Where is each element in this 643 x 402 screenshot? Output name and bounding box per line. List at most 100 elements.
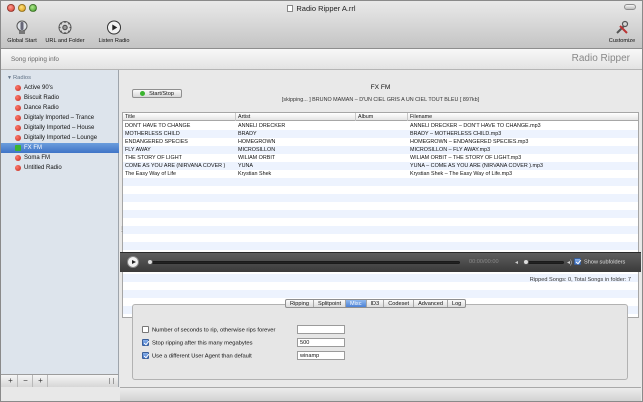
window-title-text: Radio Ripper A.rrl — [296, 4, 356, 13]
cell-filename: WILIAM ORBIT – THE STORY OF LIGHT.mp3 — [410, 155, 522, 161]
cell-title: COME AS YOU ARE (NIRVANA COVER ) — [125, 163, 226, 169]
cell-artist: ANNELI DRECKER — [238, 123, 286, 129]
tab-codeset[interactable]: Codeset — [384, 300, 415, 307]
option-seconds-to-rip[interactable]: Number of seconds to rip, otherwise rips… — [142, 326, 275, 334]
column-header-title[interactable]: Title — [123, 113, 236, 121]
global-start-label: Global Start — [7, 38, 37, 44]
table-row[interactable]: FLY AWAY MICROSILLON MICROSILLON – FLY AWA… — [123, 146, 638, 154]
split-view-divider[interactable]: ⋮ — [119, 226, 125, 236]
tab-id3[interactable]: ID3 — [367, 300, 385, 307]
option-user-agent[interactable]: Use a different User Agent than default — [142, 352, 252, 360]
remove-radio-button[interactable]: − — [19, 375, 33, 387]
customize-button[interactable]: Customize — [605, 20, 639, 44]
sidebar-item-fx-fm[interactable]: FX FM — [1, 143, 119, 153]
seconds-to-rip-checkbox[interactable] — [142, 326, 149, 333]
songs-table: Title Artist Album Filename DON'T HAVE T… — [122, 112, 639, 318]
settings-panel: Number of seconds to rip, otherwise rips… — [132, 304, 628, 380]
stopped-status-icon — [15, 105, 21, 111]
now-playing-status: [skipping... ] BRUNO MAMAN – D'UN CIEL G… — [281, 97, 480, 103]
player-bar: 00:00/00:00 ◂ ◂) Show subfolders — [120, 252, 641, 272]
sidebar-item-active-90s[interactable]: Active 90's — [1, 83, 119, 93]
table-row[interactable] — [123, 210, 638, 218]
sidebar-item-biscuit-radio[interactable]: Biscuit Radio — [1, 93, 119, 103]
sidebar-item-di-lounge[interactable]: Digitally Imported – Lounge — [1, 133, 119, 143]
table-row[interactable]: DON'T HAVE TO CHANGE ANNELI DRECKER ANNELI… — [123, 122, 638, 130]
url-and-folder-button[interactable]: URL and Folder — [44, 20, 86, 44]
listen-radio-button[interactable]: Listen Radio — [95, 20, 133, 44]
progress-knob[interactable] — [147, 259, 153, 265]
volume-knob[interactable] — [523, 259, 529, 265]
record-status-icon — [140, 90, 146, 96]
option-stop-after-megabytes[interactable]: Stop ripping after this many megabytes — [142, 339, 253, 347]
cell-artist: BRADY — [238, 131, 257, 137]
sidebar-item-label: Digitaly Imported – Trance — [24, 115, 95, 121]
table-row[interactable] — [123, 226, 638, 234]
option-label: Use a different User Agent than default — [152, 353, 252, 360]
cell-title: ENDANGERED SPECIES — [125, 139, 188, 145]
table-row[interactable]: The Easy Way of Life Krystian Shek Krystia… — [123, 170, 638, 178]
cell-artist: WILIAM ORBIT — [238, 155, 276, 161]
table-row[interactable] — [123, 218, 638, 226]
cell-title: MOTHERLESS CHILD — [125, 131, 180, 137]
title-toolbar: Radio Ripper A.rrl Global Start URL and … — [1, 1, 642, 49]
window-title: Radio Ripper A.rrl — [1, 4, 642, 13]
stopped-status-icon — [15, 155, 21, 161]
column-header-album[interactable]: Album — [356, 113, 408, 121]
table-row[interactable] — [123, 282, 638, 290]
sidebar-item-label: Soma FM — [24, 155, 51, 161]
stop-after-megabytes-checkbox[interactable] — [142, 339, 149, 346]
column-header-filename[interactable]: Filename — [408, 113, 638, 121]
show-subfolders-checkbox[interactable] — [574, 258, 581, 265]
resize-grip-icon[interactable] — [109, 378, 114, 384]
playback-progress-slider[interactable] — [148, 261, 460, 264]
add-group-button[interactable]: + — [34, 375, 48, 387]
cell-filename: BRADY – MOTHERLESS CHILD.mp3 — [410, 131, 502, 137]
table-row[interactable] — [123, 194, 638, 202]
table-row[interactable] — [123, 290, 638, 298]
toolbar-toggle-button[interactable] — [624, 4, 636, 10]
user-agent-field[interactable]: winamp — [297, 351, 345, 360]
table-row[interactable]: MOTHERLESS CHILD BRADY BRADY – MOTHERLESS … — [123, 130, 638, 138]
sidebar-item-dance-radio[interactable]: Dance Radio — [1, 103, 119, 113]
table-row[interactable] — [123, 202, 638, 210]
sidebar-item-untitled-radio[interactable]: Untitled Radio — [1, 163, 119, 173]
seconds-to-rip-field[interactable] — [297, 325, 345, 334]
column-header-artist[interactable]: Artist — [236, 113, 356, 121]
tab-log[interactable]: Log — [448, 300, 465, 307]
volume-slider[interactable] — [524, 261, 564, 264]
table-row[interactable]: ENDANGERED SPECIES HOMEGROWN HOMEGROWN – E… — [123, 138, 638, 146]
add-radio-button[interactable]: + — [4, 375, 18, 387]
sidebar-item-di-house[interactable]: Digitally Imported – House — [1, 123, 119, 133]
sidebar-header[interactable]: ▼Radios — [7, 75, 31, 81]
sidebar-item-label: Untitled Radio — [24, 165, 62, 171]
sidebar-item-di-trance[interactable]: Digitaly Imported – Trance — [1, 113, 119, 123]
cell-filename: ANNELI DRECKER – DON'T HAVE TO CHANGE.mp… — [410, 123, 541, 129]
stopped-status-icon — [15, 135, 21, 141]
tab-advanced[interactable]: Advanced — [414, 300, 448, 307]
table-row[interactable] — [123, 178, 638, 186]
tab-misc[interactable]: Misc — [346, 300, 367, 307]
table-row[interactable] — [123, 234, 638, 242]
cell-title: THE STORY OF LIGHT — [125, 155, 182, 161]
cell-artist: MICROSILLON — [238, 147, 276, 153]
table-row[interactable]: THE STORY OF LIGHT WILIAM ORBIT WILIAM ORB… — [123, 154, 638, 162]
table-row[interactable] — [123, 242, 638, 250]
window-bottom-bar — [120, 387, 641, 401]
megabytes-field[interactable]: 500 — [297, 338, 345, 347]
sidebar-item-label: Digitally Imported – House — [24, 125, 95, 131]
table-row[interactable]: COME AS YOU ARE (NIRVANA COVER ) YUNA YUNA… — [123, 162, 638, 170]
tab-ripping[interactable]: Ripping — [286, 300, 314, 307]
radio-sidebar: ▼Radios Active 90's Biscuit Radio Dance … — [1, 70, 119, 374]
play-button[interactable] — [127, 256, 139, 268]
gear-icon — [58, 21, 72, 34]
table-row[interactable] — [123, 186, 638, 194]
volume-low-icon: ◂ — [515, 260, 519, 266]
radio-tower-icon — [16, 20, 28, 34]
sidebar-item-soma-fm[interactable]: Soma FM — [1, 153, 119, 163]
cell-title: The Easy Way of Life — [125, 171, 177, 177]
show-subfolders-toggle[interactable]: Show subfolders — [574, 258, 625, 266]
global-start-button[interactable]: Global Start — [5, 20, 39, 44]
user-agent-checkbox[interactable] — [142, 352, 149, 359]
tab-splitpoint[interactable]: Splitpoint — [314, 300, 346, 307]
url-and-folder-label: URL and Folder — [45, 38, 85, 44]
